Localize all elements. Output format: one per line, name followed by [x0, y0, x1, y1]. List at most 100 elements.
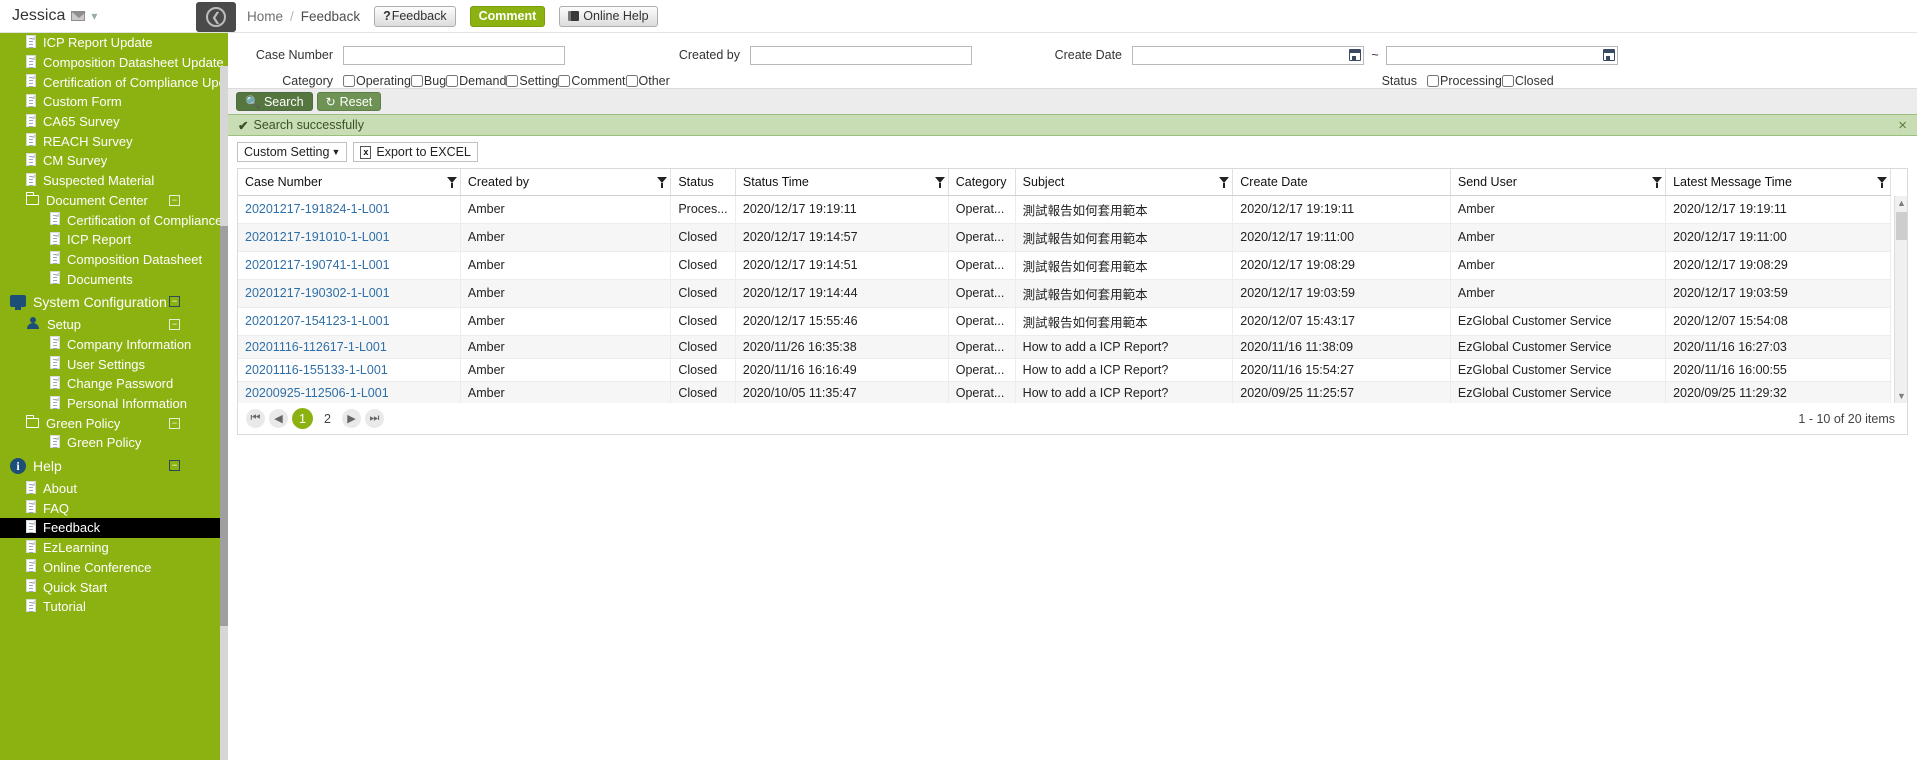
cell-case-number[interactable]: 20201207-154123-1-L001 — [238, 307, 461, 336]
sidebar-scrollbar[interactable] — [220, 66, 228, 760]
sidebar-item-user-settings[interactable]: User Settings — [0, 354, 228, 374]
sidebar-item-online-conference[interactable]: Online Conference — [0, 558, 228, 578]
status-checkbox-closed[interactable]: Closed — [1501, 74, 1554, 88]
feedback-button[interactable]: ? Feedback — [374, 5, 456, 27]
sidebar-expander-icon[interactable]: − — [169, 319, 180, 331]
cell-case-number[interactable]: 20201116-112617-1-L001 — [238, 335, 461, 359]
category-checkbox-input[interactable] — [625, 75, 638, 87]
case-number-link[interactable]: 20201217-190302-1-L001 — [245, 286, 390, 300]
cell-case-number[interactable]: 20200925-112506-1-L001 — [238, 381, 461, 403]
pagination-last-button[interactable]: ⏭ — [365, 409, 384, 428]
case-number-link[interactable]: 20201116-112617-1-L001 — [245, 340, 387, 354]
cell-case-number[interactable]: 20201217-191010-1-L001 — [238, 223, 461, 252]
sidebar-item-company-information[interactable]: Company Information — [0, 335, 228, 355]
status-checkbox-processing[interactable]: Processing — [1427, 74, 1502, 88]
sidebar-item-reach-survey[interactable]: REACH Survey — [0, 131, 228, 151]
table-row[interactable]: 20201217-190741-1-L001 Amber Closed 2020/12… — [238, 251, 1891, 280]
sidebar-item-green-policy[interactable]: Green Policy — [0, 433, 228, 453]
online-help-button[interactable]: Online Help — [559, 5, 658, 27]
sidebar-scrollbar-thumb[interactable] — [220, 226, 228, 626]
reset-button[interactable]: ↻ Reset — [316, 92, 382, 111]
status-checkbox-input[interactable] — [1501, 75, 1514, 87]
category-checkbox-other[interactable]: Other — [625, 74, 670, 88]
cell-case-number[interactable]: 20201217-191824-1-L001 — [238, 195, 461, 224]
calendar-icon[interactable] — [1603, 49, 1615, 61]
case-number-link[interactable]: 20201207-154123-1-L001 — [245, 314, 390, 328]
sidebar-item-faq[interactable]: FAQ — [0, 498, 228, 518]
sidebar-item-change-password[interactable]: Change Password — [0, 374, 228, 394]
table-header-category[interactable]: Category — [948, 169, 1016, 196]
category-checkbox-setting[interactable]: Setting — [506, 74, 558, 88]
sidebar-item-quick-start[interactable]: Quick Start — [0, 577, 228, 597]
close-icon[interactable]: × — [1898, 118, 1907, 133]
table-row[interactable]: 20201217-191010-1-L001 Amber Closed 2020/12… — [238, 223, 1891, 252]
table-row[interactable]: 20201207-154123-1-L001 Amber Closed 2020/12… — [238, 307, 1891, 336]
category-checkbox-bug[interactable]: Bug — [410, 74, 446, 88]
sidebar-expander-icon[interactable]: − — [169, 194, 180, 206]
sidebar-item-cm-survey[interactable]: CM Survey — [0, 151, 228, 171]
case-number-link[interactable]: 20201217-191824-1-L001 — [245, 202, 390, 216]
mail-icon[interactable] — [71, 11, 87, 21]
grid-vertical-scrollbar[interactable]: ▲ ▼ — [1894, 196, 1907, 403]
sidebar-item-icp-report[interactable]: ICP Report — [0, 230, 228, 250]
table-header-create-date[interactable]: Create Date — [1232, 169, 1451, 196]
cell-case-number[interactable]: 20201116-155133-1-L001 — [238, 358, 461, 382]
pagination-page-2[interactable]: 2 — [317, 408, 338, 429]
table-row[interactable]: 20200925-112506-1-L001 Amber Closed 2020/10… — [238, 381, 1891, 403]
create-date-to-input[interactable] — [1386, 45, 1618, 65]
case-number-input[interactable] — [343, 45, 565, 65]
sidebar-item-custom-form[interactable]: Custom Form — [0, 92, 228, 112]
category-checkbox-input[interactable] — [343, 75, 355, 87]
chevron-down-icon[interactable]: ▾ — [91, 9, 97, 23]
category-checkbox-operating[interactable]: Operating — [343, 74, 411, 88]
sidebar-item-feedback[interactable]: Feedback — [0, 518, 228, 538]
sidebar-collapse-button[interactable]: ❮ — [196, 2, 236, 32]
sidebar-item-personal-information[interactable]: Personal Information — [0, 394, 228, 414]
sidebar-item-suspected-material[interactable]: Suspected Material — [0, 171, 228, 191]
category-checkbox-input[interactable] — [558, 75, 571, 87]
sidebar-item-certification-of-compliance-update[interactable]: Certification of Compliance Update — [0, 72, 228, 92]
status-checkbox-input[interactable] — [1427, 75, 1439, 87]
sidebar-item-setup[interactable]: Setup − — [0, 315, 228, 335]
sidebar-expander-icon[interactable]: − — [169, 460, 180, 472]
table-row[interactable]: 20201116-155133-1-L001 Amber Closed 2020/11… — [238, 358, 1891, 382]
scroll-down-icon[interactable]: ▼ — [1895, 389, 1907, 403]
export-excel-button[interactable]: x Export to EXCEL — [353, 142, 478, 162]
category-checkbox-comment[interactable]: Comment — [558, 74, 626, 88]
case-number-link[interactable]: 20201116-155133-1-L001 — [245, 363, 388, 377]
cell-case-number[interactable]: 20201217-190302-1-L001 — [238, 279, 461, 308]
create-date-from-input[interactable] — [1132, 45, 1364, 65]
sidebar-item-green-policy[interactable]: Green Policy − — [0, 413, 228, 433]
calendar-icon[interactable] — [1349, 49, 1361, 61]
category-checkbox-input[interactable] — [410, 75, 423, 87]
pagination-first-button[interactable]: ⏮ — [246, 409, 265, 428]
user-bar[interactable]: Jessica ▾ — [0, 0, 228, 33]
pagination-next-button[interactable]: ▶ — [342, 409, 361, 428]
sidebar-item-help[interactable]: i Help − — [0, 453, 228, 479]
table-header-status-time[interactable]: Status Time — [735, 169, 949, 196]
table-header-latest-message-time[interactable]: Latest Message Time — [1665, 169, 1891, 196]
sidebar-item-ezlearning[interactable]: EzLearning — [0, 538, 228, 558]
table-header-case-number[interactable]: Case Number — [238, 169, 461, 196]
sidebar-expander-icon[interactable]: − — [169, 417, 180, 429]
custom-setting-button[interactable]: Custom Setting ▼ — [237, 142, 348, 162]
table-header-subject[interactable]: Subject — [1015, 169, 1234, 196]
sidebar-item-about[interactable]: About — [0, 479, 228, 499]
sidebar-item-icp-report-update[interactable]: ICP Report Update — [0, 33, 228, 53]
category-checkbox-demand[interactable]: Demand — [446, 74, 506, 88]
table-header-created-by[interactable]: Created by — [460, 169, 672, 196]
breadcrumb-home[interactable]: Home — [247, 9, 283, 24]
table-header-send-user[interactable]: Send User — [1450, 169, 1667, 196]
sidebar-item-ca65-survey[interactable]: CA65 Survey — [0, 112, 228, 132]
sidebar-item-tutorial[interactable]: Tutorial — [0, 597, 228, 617]
category-checkbox-input[interactable] — [446, 75, 459, 87]
case-number-link[interactable]: 20201217-190741-1-L001 — [245, 258, 390, 272]
comment-button[interactable]: Comment — [469, 5, 546, 27]
sidebar-item-certification-of-compliance[interactable]: Certification of Compliance — [0, 210, 228, 230]
sidebar-item-system-configuration[interactable]: System Configuration − — [0, 289, 228, 315]
sidebar-item-documents[interactable]: Documents — [0, 269, 228, 289]
case-number-link[interactable]: 20200925-112506-1-L001 — [245, 386, 389, 400]
pagination-page-1[interactable]: 1 — [292, 408, 313, 429]
sidebar-expander-icon[interactable]: − — [169, 296, 180, 308]
sidebar-item-document-center[interactable]: Document Center − — [0, 191, 228, 211]
